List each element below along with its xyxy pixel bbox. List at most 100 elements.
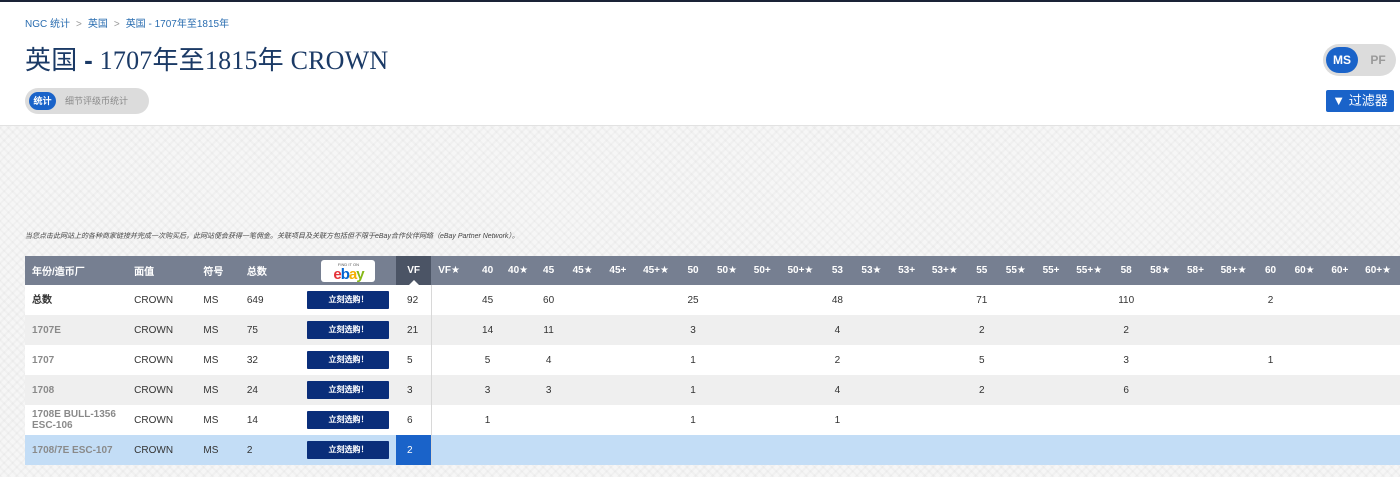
cell-vf[interactable]: 2 [396,435,432,465]
toggle-pf[interactable]: PF [1362,44,1394,76]
col-grade[interactable]: 45 [533,256,564,285]
col-grade[interactable]: 58+★ [1211,256,1256,285]
cell-grade[interactable]: 4 [533,345,564,375]
col-grade[interactable]: 58★ [1141,256,1179,285]
cell-grade[interactable]: 3 [1110,345,1142,375]
buy-now-button[interactable]: 立刻选购！ [307,441,390,459]
col-grade[interactable]: 45+★ [634,256,678,285]
col-grade[interactable]: 58+ [1179,256,1212,285]
col-grade[interactable]: 55+★ [1067,256,1111,285]
col-year-mint[interactable]: 年份/造币厂 [25,256,128,285]
cell-grade[interactable]: 4 [822,375,853,405]
col-total[interactable]: 总数 [239,256,301,285]
cell-grade[interactable]: 45 [472,285,503,315]
tab-details-stats[interactable]: 细节评级币统计 [65,88,128,114]
col-symbol[interactable]: 符号 [196,256,240,285]
buy-now-button[interactable]: 立刻选购！ [307,381,390,399]
col-grade[interactable]: 53+ [890,256,924,285]
col-grade[interactable]: 50+ [745,256,779,285]
cell-grade[interactable]: 2 [1110,315,1142,345]
col-grade[interactable]: 53 [822,256,853,285]
col-grade[interactable]: 60★ [1285,256,1324,285]
cell-grade[interactable]: 2 [822,345,853,375]
col-grade[interactable]: 50+★ [778,256,823,285]
col-grade[interactable]: 40★ [502,256,534,285]
breadcrumb-period[interactable]: 英国 - 1707年至1815年 [126,19,229,30]
col-grade[interactable]: 50★ [708,256,746,285]
cell-grade[interactable]: 2 [966,315,998,345]
col-grade[interactable]: 53★ [852,256,891,285]
col-grade[interactable]: 60+★ [1356,256,1400,285]
cell-grade[interactable]: 3 [677,315,709,345]
cell-grade [601,405,635,435]
ebay-letter: e [333,265,341,283]
year-mint-link[interactable]: 1708/7E ESC-107 [32,445,127,456]
col-grade[interactable]: 45★ [563,256,602,285]
cell-grade[interactable]: 60 [533,285,564,315]
cell-vf[interactable]: 6 [396,405,432,435]
cell-vf[interactable]: 5 [396,345,432,375]
cell-grade[interactable]: 25 [677,285,709,315]
cell-grade[interactable]: 5 [966,345,998,375]
col-grade[interactable]: VF★ [431,256,473,285]
col-grade[interactable]: 55 [966,256,998,285]
buy-now-button[interactable]: 立刻选购！ [307,351,390,369]
col-grade[interactable]: 55+ [1034,256,1068,285]
table-row[interactable]: 1708/7E ESC-107 CROWN MS 2 立刻选购！ 2 [25,435,1400,465]
cell-grade [923,345,967,375]
table-row[interactable]: 总数 CROWN MS 649 立刻选购！ 92 45 60 25 48 71 110 2 [25,285,1400,315]
table-row[interactable]: 1708E BULL-1356 ESC-106 CROWN MS 14 立刻选购！ 6 1 1… [25,405,1400,435]
cell-grade[interactable]: 14 [472,315,503,345]
col-grade[interactable]: 55★ [997,256,1035,285]
col-grade[interactable]: 53+★ [923,256,967,285]
year-mint-link[interactable]: 1707E [32,325,127,336]
cell-grade[interactable]: 3 [533,375,564,405]
cell-grade[interactable]: 2 [1255,285,1286,315]
filter-button[interactable]: ▼ 过滤器 [1326,90,1394,112]
cell-grade[interactable]: 110 [1110,285,1142,315]
col-grade[interactable]: 45+ [601,256,635,285]
cell-grade[interactable]: 1 [677,405,709,435]
cell-grade [601,435,635,465]
table-row[interactable]: 1707 CROWN MS 32 立刻选购！ 5 5 4 1 2 5 3 1 [25,345,1400,375]
col-vf[interactable]: VF [396,256,432,285]
breadcrumb-uk[interactable]: 英国 [88,19,108,30]
col-grade[interactable]: 60 [1255,256,1286,285]
tab-stats[interactable]: 统计 [29,92,56,110]
table-row[interactable]: 1707E CROWN MS 75 立刻选购！ 21 14 11 3 4 2 2 [25,315,1400,345]
cell-grade[interactable]: 4 [822,315,853,345]
col-grade[interactable]: 40 [472,256,503,285]
cell-vf[interactable]: 3 [396,375,432,405]
ms-pf-toggle[interactable]: MS PF [1323,44,1396,76]
breadcrumb-ngc[interactable]: NGC 统计 [25,19,70,30]
cell-grade[interactable]: 2 [966,375,998,405]
year-mint-link[interactable]: 1708E BULL-1356 ESC-106 [32,409,127,431]
col-grade[interactable]: 58 [1110,256,1142,285]
cell-vf[interactable]: 92 [396,285,432,315]
cell-grade[interactable]: 1 [677,345,709,375]
col-grade[interactable]: 50 [677,256,709,285]
cell-grade[interactable]: 1 [677,375,709,405]
cell-grade[interactable]: 71 [966,285,998,315]
cell-grade[interactable]: 11 [533,315,564,345]
cell-denomination: CROWN [127,285,197,315]
col-denomination[interactable]: 面值 [127,256,197,285]
cell-grade[interactable]: 1 [1255,345,1286,375]
buy-now-button[interactable]: 立刻选购！ [307,411,390,429]
cell-grade [1285,405,1324,435]
cell-vf[interactable]: 21 [396,315,432,345]
buy-now-button[interactable]: 立刻选购！ [307,321,390,339]
buy-now-button[interactable]: 立刻选购！ [307,291,390,309]
cell-grade[interactable]: 48 [822,285,853,315]
breadcrumb-separator: > [113,19,120,30]
col-grade[interactable]: 60+ [1323,256,1357,285]
year-mint-link[interactable]: 1708 [32,385,127,396]
cell-grade[interactable]: 1 [472,405,503,435]
table-row[interactable]: 1708 CROWN MS 24 立刻选购！ 3 3 3 1 4 2 6 [25,375,1400,405]
cell-grade[interactable]: 1 [822,405,853,435]
cell-grade[interactable]: 6 [1110,375,1142,405]
toggle-ms[interactable]: MS [1326,47,1358,73]
cell-grade[interactable]: 5 [472,345,503,375]
cell-grade[interactable]: 3 [472,375,503,405]
year-mint-link[interactable]: 1707 [32,355,127,366]
